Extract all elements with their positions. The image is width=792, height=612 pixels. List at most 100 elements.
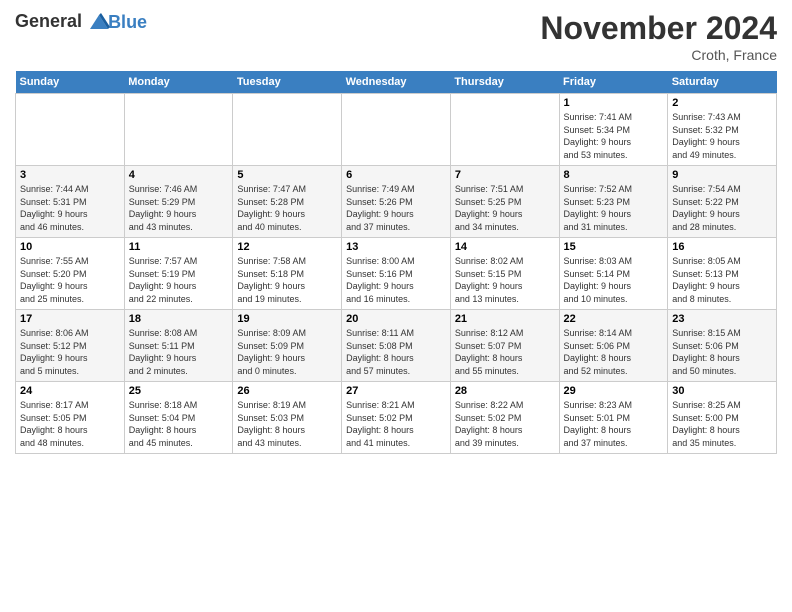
day-number: 23: [672, 313, 772, 325]
day-number: 20: [346, 313, 446, 325]
location: Croth, France: [540, 47, 777, 63]
day-number: 25: [129, 385, 229, 397]
day-number: 21: [455, 313, 555, 325]
logo-general: General: [15, 11, 82, 31]
day-cell: 16Sunrise: 8:05 AM Sunset: 5:13 PM Dayli…: [668, 238, 777, 310]
day-info: Sunrise: 8:02 AM Sunset: 5:15 PM Dayligh…: [455, 255, 555, 305]
week-row-1: 1 Sunrise: 7:41 AM Sunset: 5:34 PM Daylig…: [16, 94, 777, 166]
logo-blue: Blue: [108, 12, 147, 33]
day-number: 29: [564, 385, 664, 397]
day-number: 19: [237, 313, 337, 325]
day-cell: [233, 94, 342, 166]
day-info: Sunrise: 8:11 AM Sunset: 5:08 PM Dayligh…: [346, 327, 446, 377]
day-cell: 28 Sunrise: 8:22 AM Sunset: 5:02 PM Dayli…: [450, 382, 559, 454]
day-info: Sunrise: 7:51 AM Sunset: 5:25 PM Dayligh…: [455, 183, 555, 233]
day-info: Sunrise: 8:15 AM Sunset: 5:06 PM Dayligh…: [672, 327, 772, 377]
day-cell: 2 Sunrise: 7:43 AM Sunset: 5:32 PM Daylig…: [668, 94, 777, 166]
day-cell: 8 Sunrise: 7:52 AM Sunset: 5:23 PM Daylig…: [559, 166, 668, 238]
weekday-header-row: SundayMondayTuesdayWednesdayThursdayFrid…: [16, 71, 777, 94]
weekday-header-monday: Monday: [124, 71, 233, 94]
day-number: 27: [346, 385, 446, 397]
day-number: 4: [129, 169, 229, 181]
day-number: 17: [20, 313, 120, 325]
day-cell: [124, 94, 233, 166]
day-cell: 15 Sunrise: 8:03 AM Sunset: 5:14 PM Dayli…: [559, 238, 668, 310]
day-cell: 4 Sunrise: 7:46 AM Sunset: 5:29 PM Daylig…: [124, 166, 233, 238]
day-number: 16: [672, 241, 772, 253]
day-cell: 12 Sunrise: 7:58 AM Sunset: 5:18 PM Dayli…: [233, 238, 342, 310]
title-block: November 2024 Croth, France: [540, 10, 777, 63]
day-cell: 25 Sunrise: 8:18 AM Sunset: 5:04 PM Dayli…: [124, 382, 233, 454]
calendar-table: SundayMondayTuesdayWednesdayThursdayFrid…: [15, 71, 777, 454]
logo-icon: [88, 13, 110, 31]
day-info: Sunrise: 8:17 AM Sunset: 5:05 PM Dayligh…: [20, 399, 120, 449]
day-number: 8: [564, 169, 664, 181]
day-number: 18: [129, 313, 229, 325]
weekday-header-sunday: Sunday: [16, 71, 125, 94]
day-number: 5: [237, 169, 337, 181]
day-cell: 11Sunrise: 7:57 AM Sunset: 5:19 PM Dayli…: [124, 238, 233, 310]
day-cell: 21 Sunrise: 8:12 AM Sunset: 5:07 PM Dayli…: [450, 310, 559, 382]
day-number: 1: [564, 97, 664, 109]
day-number: 13: [346, 241, 446, 253]
day-cell: 1 Sunrise: 7:41 AM Sunset: 5:34 PM Daylig…: [559, 94, 668, 166]
header: General Blue November 2024 Croth, France: [15, 10, 777, 63]
day-info: Sunrise: 7:52 AM Sunset: 5:23 PM Dayligh…: [564, 183, 664, 233]
day-info: Sunrise: 7:43 AM Sunset: 5:32 PM Dayligh…: [672, 111, 772, 161]
day-cell: 19Sunrise: 8:09 AM Sunset: 5:09 PM Dayli…: [233, 310, 342, 382]
day-number: 6: [346, 169, 446, 181]
day-info: Sunrise: 7:54 AM Sunset: 5:22 PM Dayligh…: [672, 183, 772, 233]
day-info: Sunrise: 7:58 AM Sunset: 5:18 PM Dayligh…: [237, 255, 337, 305]
day-cell: [342, 94, 451, 166]
day-number: 24: [20, 385, 120, 397]
day-cell: 7Sunrise: 7:51 AM Sunset: 5:25 PM Daylig…: [450, 166, 559, 238]
page-container: General Blue November 2024 Croth, France…: [0, 0, 792, 464]
day-info: Sunrise: 8:22 AM Sunset: 5:02 PM Dayligh…: [455, 399, 555, 449]
day-info: Sunrise: 8:12 AM Sunset: 5:07 PM Dayligh…: [455, 327, 555, 377]
day-cell: [450, 94, 559, 166]
day-cell: 10Sunrise: 7:55 AM Sunset: 5:20 PM Dayli…: [16, 238, 125, 310]
month-title: November 2024: [540, 10, 777, 47]
day-cell: 26 Sunrise: 8:19 AM Sunset: 5:03 PM Dayli…: [233, 382, 342, 454]
week-row-2: 3Sunrise: 7:44 AM Sunset: 5:31 PM Daylig…: [16, 166, 777, 238]
day-number: 2: [672, 97, 772, 109]
week-row-3: 10Sunrise: 7:55 AM Sunset: 5:20 PM Dayli…: [16, 238, 777, 310]
day-cell: 5 Sunrise: 7:47 AM Sunset: 5:28 PM Daylig…: [233, 166, 342, 238]
day-cell: 9Sunrise: 7:54 AM Sunset: 5:22 PM Daylig…: [668, 166, 777, 238]
day-cell: 6 Sunrise: 7:49 AM Sunset: 5:26 PM Daylig…: [342, 166, 451, 238]
day-info: Sunrise: 8:18 AM Sunset: 5:04 PM Dayligh…: [129, 399, 229, 449]
day-cell: 18Sunrise: 8:08 AM Sunset: 5:11 PM Dayli…: [124, 310, 233, 382]
day-number: 15: [564, 241, 664, 253]
day-number: 26: [237, 385, 337, 397]
day-info: Sunrise: 8:00 AM Sunset: 5:16 PM Dayligh…: [346, 255, 446, 305]
day-cell: [16, 94, 125, 166]
day-info: Sunrise: 7:49 AM Sunset: 5:26 PM Dayligh…: [346, 183, 446, 233]
day-cell: 3Sunrise: 7:44 AM Sunset: 5:31 PM Daylig…: [16, 166, 125, 238]
weekday-header-saturday: Saturday: [668, 71, 777, 94]
weekday-header-friday: Friday: [559, 71, 668, 94]
day-number: 10: [20, 241, 120, 253]
day-cell: 24 Sunrise: 8:17 AM Sunset: 5:05 PM Dayli…: [16, 382, 125, 454]
day-number: 11: [129, 241, 229, 253]
weekday-header-tuesday: Tuesday: [233, 71, 342, 94]
day-info: Sunrise: 8:19 AM Sunset: 5:03 PM Dayligh…: [237, 399, 337, 449]
day-cell: 17 Sunrise: 8:06 AM Sunset: 5:12 PM Dayli…: [16, 310, 125, 382]
week-row-4: 17 Sunrise: 8:06 AM Sunset: 5:12 PM Dayli…: [16, 310, 777, 382]
day-info: Sunrise: 7:41 AM Sunset: 5:34 PM Dayligh…: [564, 111, 664, 161]
day-cell: 22Sunrise: 8:14 AM Sunset: 5:06 PM Dayli…: [559, 310, 668, 382]
day-cell: 27Sunrise: 8:21 AM Sunset: 5:02 PM Dayli…: [342, 382, 451, 454]
day-info: Sunrise: 8:03 AM Sunset: 5:14 PM Dayligh…: [564, 255, 664, 305]
day-info: Sunrise: 8:25 AM Sunset: 5:00 PM Dayligh…: [672, 399, 772, 449]
day-cell: 13 Sunrise: 8:00 AM Sunset: 5:16 PM Dayli…: [342, 238, 451, 310]
day-info: Sunrise: 7:47 AM Sunset: 5:28 PM Dayligh…: [237, 183, 337, 233]
week-row-5: 24 Sunrise: 8:17 AM Sunset: 5:05 PM Dayli…: [16, 382, 777, 454]
day-info: Sunrise: 7:46 AM Sunset: 5:29 PM Dayligh…: [129, 183, 229, 233]
day-number: 12: [237, 241, 337, 253]
weekday-header-wednesday: Wednesday: [342, 71, 451, 94]
day-number: 3: [20, 169, 120, 181]
day-number: 30: [672, 385, 772, 397]
day-info: Sunrise: 8:06 AM Sunset: 5:12 PM Dayligh…: [20, 327, 120, 377]
day-number: 14: [455, 241, 555, 253]
day-cell: 30 Sunrise: 8:25 AM Sunset: 5:00 PM Dayli…: [668, 382, 777, 454]
day-number: 28: [455, 385, 555, 397]
